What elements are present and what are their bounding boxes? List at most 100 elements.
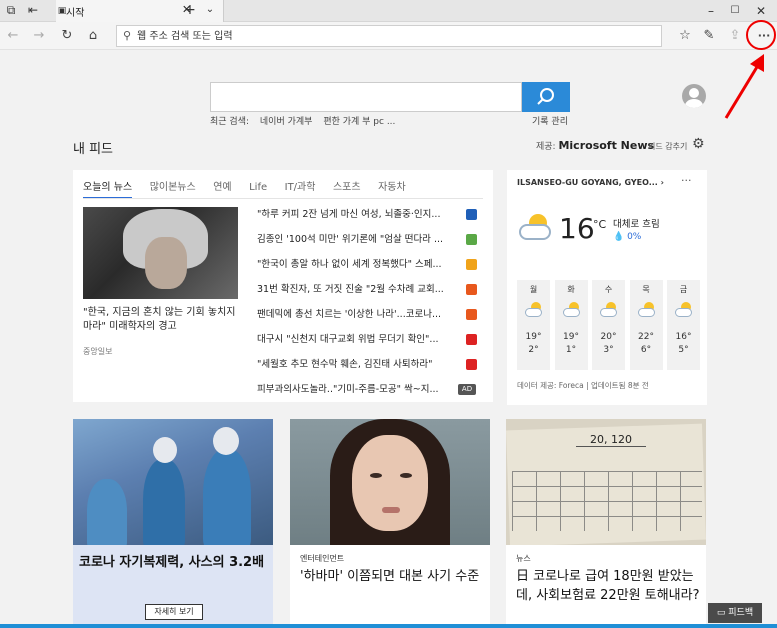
feed-title: 내 피드 — [73, 142, 114, 157]
recent-item[interactable]: 네이버 가계부 — [260, 117, 313, 127]
forecast-day[interactable]: 월 19° 2° — [517, 280, 550, 370]
news-item-title: 피부과의사도놀라.."기미-주름-모공" 싹~지... — [257, 384, 439, 395]
tab-life[interactable]: Life — [249, 182, 267, 197]
avatar[interactable] — [682, 84, 706, 108]
news-item[interactable]: 피부과의사도놀라.."기미-주름-모공" 싹~지... AD — [257, 379, 485, 404]
day-name: 금 — [679, 285, 688, 294]
news-item[interactable]: 31번 확진자, 또 거짓 진술 "2월 수차례 교회... — [257, 279, 485, 304]
home-icon[interactable]: ⌂ — [84, 27, 102, 45]
forward-icon[interactable]: → — [30, 27, 48, 45]
article-title: '하바마' 이쯤되면 대본 사기 수준 — [300, 569, 480, 584]
title-bar: ⧉ ⇤ ▣ 시작 ✕ + ⌄ – ☐ ✕ — [0, 0, 777, 22]
article-card[interactable]: 20, 120 뉴스 日 코로나로 급여 18만원 받았는데, 사회보험료 22… — [506, 419, 706, 628]
provider-prefix: 제공: — [536, 142, 556, 152]
tab-aside-icon[interactable]: ⇤ — [26, 3, 40, 17]
gear-icon[interactable]: ⚙ — [692, 136, 705, 152]
forecast-day[interactable]: 금 16° 5° — [667, 280, 700, 370]
pen-icon[interactable]: ✎ — [700, 27, 718, 45]
tab-popular[interactable]: 많이본뉴스 — [150, 178, 196, 197]
article-image — [290, 419, 490, 545]
maximize-icon[interactable]: ☐ — [724, 2, 746, 20]
annotation-circle — [746, 20, 776, 50]
favorites-icon[interactable]: ☆ — [676, 27, 694, 45]
article-card[interactable]: 엔터테인먼트 '하바마' 이쯤되면 대본 사기 수준 — [290, 419, 490, 628]
partly-cloudy-icon — [519, 214, 553, 244]
tab-title: 시작 — [66, 8, 85, 19]
feedback-label: 피드백 — [728, 608, 754, 618]
window-close-icon[interactable]: ✕ — [750, 2, 772, 20]
search-icon — [537, 88, 554, 105]
chevron-down-icon[interactable]: ⌄ — [203, 3, 217, 17]
weather-card: ILSANSEO-GU GOYANG, GYEO... › ··· 16 °C … — [507, 170, 707, 405]
search-input[interactable] — [210, 82, 522, 112]
news-item-title: "한국이 총알 하나 없이 세계 정복했다" 스페... — [257, 259, 442, 270]
browser-tab[interactable]: ▣ 시작 ✕ — [56, 0, 224, 22]
new-tab-icon[interactable]: + — [183, 3, 197, 17]
forecast-day[interactable]: 목 22° 6° — [629, 280, 663, 370]
location-text: ILSANSEO-GU GOYANG, GYEO... — [517, 178, 658, 187]
news-tabs: 오늘의 뉴스 많이본뉴스 연예 Life IT/과학 스포츠 자동차 — [83, 178, 420, 200]
high-temp: 20° — [600, 332, 617, 342]
news-card: 오늘의 뉴스 많이본뉴스 연예 Life IT/과학 스포츠 자동차 "한국, … — [73, 170, 493, 402]
news-item[interactable]: "세월호 추모 현수막 훼손, 김진태 사퇴하라" — [257, 354, 485, 379]
weather-location[interactable]: ILSANSEO-GU GOYANG, GYEO... › — [517, 178, 664, 187]
tab-auto[interactable]: 자동차 — [378, 178, 406, 197]
read-more-button[interactable]: 자세히 보기 — [145, 604, 203, 620]
feedback-button[interactable]: ▭ 피드백 — [708, 603, 762, 623]
hide-feed-button[interactable]: 피드 감추기 — [648, 141, 687, 152]
hero-image[interactable] — [83, 207, 238, 299]
recent-label: 최근 검색: — [210, 117, 250, 127]
minimize-icon[interactable]: – — [700, 2, 722, 20]
back-icon[interactable]: ← — [4, 27, 22, 45]
partly-cloudy-icon — [600, 302, 618, 318]
recent-searches: 최근 검색: 네이버 가계부 편한 가계 부 pc ... — [210, 114, 403, 127]
news-item[interactable]: "한국이 총알 하나 없이 세계 정복했다" 스페... — [257, 254, 485, 279]
address-bar[interactable]: ⚲ — [116, 25, 662, 47]
day-name: 수 — [604, 285, 613, 294]
precipitation: 💧 0% — [613, 232, 642, 242]
high-temp: 19° — [525, 332, 542, 342]
tab-today[interactable]: 오늘의 뉴스 — [83, 178, 133, 199]
article-category: 뉴스 — [516, 554, 531, 563]
image-amount: 20, 120 — [576, 433, 646, 447]
share-icon[interactable]: ⇪ — [726, 27, 744, 45]
tab-preview-icon[interactable]: ⧉ — [4, 3, 18, 17]
tab-sports[interactable]: 스포츠 — [333, 178, 361, 197]
more-icon[interactable]: ··· — [681, 174, 692, 187]
history-link[interactable]: 기록 관리 — [532, 114, 568, 127]
forecast-day[interactable]: 화 19° 1° — [554, 280, 588, 370]
forecast: 월 19° 2° 화 19° 1° 수 20° 3° 목 22° 6° 금 16° 5° — [517, 280, 701, 370]
article-card[interactable]: 코로나 자기복제력, 사스의 3.2배 자세히 보기 — [73, 419, 273, 628]
source-logo-icon — [466, 309, 477, 320]
navigation-bar: ← → ↻ ⌂ ⚲ ☆ ✎ ⇪ ··· — [0, 22, 777, 50]
search-icon: ⚲ — [123, 29, 132, 42]
news-item[interactable]: 대구시 "신천지 대구교회 위법 무더기 확인"... — [257, 329, 485, 354]
refresh-icon[interactable]: ↻ — [58, 27, 76, 45]
news-provider: 제공: Microsoft News — [536, 139, 654, 152]
article-category: 엔터테인먼트 — [300, 554, 345, 563]
low-temp: 5° — [678, 345, 689, 355]
low-temp: 2° — [528, 345, 539, 355]
news-item-title: 김종인 '100석 미만' 위기론에 "엄살 떤다라 ... — [257, 234, 444, 245]
high-temp: 19° — [563, 332, 579, 342]
day-name: 목 — [642, 285, 650, 294]
hero-caption[interactable]: "한국, 지금의 혼치 않는 기회 놓치지 마라" 미래학자의 경고 — [83, 306, 243, 334]
address-input[interactable] — [137, 28, 637, 44]
news-item-title: 31번 확진자, 또 거짓 진술 "2월 수차례 교회... — [257, 284, 444, 295]
forecast-day[interactable]: 수 20° 3° — [592, 280, 625, 370]
temperature-unit[interactable]: °C — [593, 218, 606, 231]
tab-it[interactable]: IT/과학 — [285, 178, 316, 197]
feedback-icon: ▭ — [716, 608, 729, 618]
news-item[interactable]: 김종인 '100석 미만' 위기론에 "엄살 떤다라 ... — [257, 229, 485, 254]
recent-item[interactable]: 편한 가계 부 pc ... — [323, 117, 395, 127]
news-item[interactable]: 팬데믹에 총선 치르는 '이상한 나라'...코로나... — [257, 304, 485, 329]
day-name: 월 — [529, 285, 538, 294]
news-item[interactable]: "하루 커피 2잔 넘게 마신 여성, 뇌졸중·인지... — [257, 204, 485, 229]
tab-entertainment[interactable]: 연예 — [213, 178, 231, 197]
low-temp: 1° — [565, 345, 577, 355]
taskbar-strip — [0, 624, 777, 628]
annotation-arrow — [724, 54, 764, 119]
partly-cloudy-icon — [675, 302, 693, 318]
search-button[interactable] — [522, 82, 570, 112]
low-temp: 3° — [603, 345, 614, 355]
